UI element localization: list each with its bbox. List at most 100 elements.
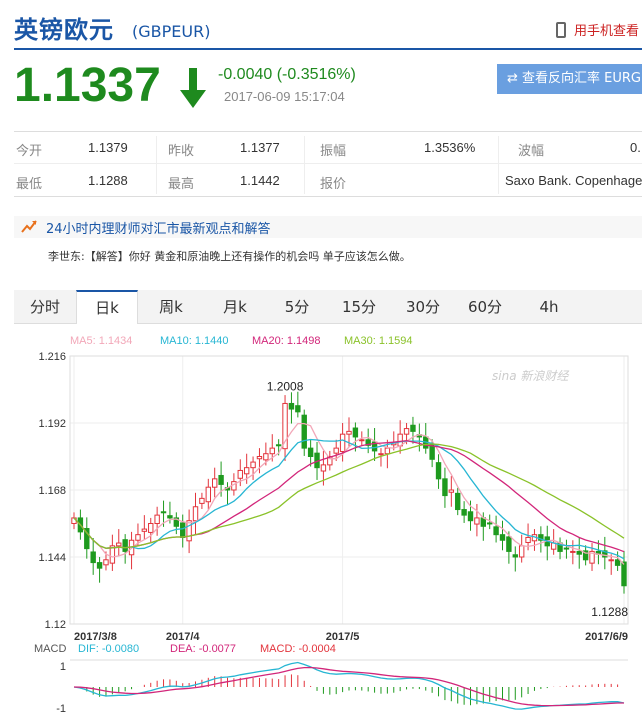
trend-icon [21, 220, 37, 233]
pair-code: (GBPEUR) [132, 22, 211, 41]
candle-body [90, 551, 96, 564]
candle-body [346, 430, 352, 435]
candle-body [122, 539, 128, 552]
candle-body [269, 447, 275, 455]
y-tick-label: 1.144 [38, 552, 66, 564]
price-change: -0.0040 (-0.3516%) [218, 66, 356, 83]
candles [71, 391, 627, 594]
news-header[interactable]: 24小时内理财师对汇市最新观点和解答 [14, 216, 642, 238]
macd-title: MACD [34, 643, 66, 655]
candle-body [243, 467, 250, 475]
chart-grid [69, 355, 629, 625]
tab-daily-k[interactable]: 日k [76, 290, 138, 324]
candle-body [211, 478, 218, 488]
candle-body [576, 550, 582, 555]
low-label: 最低 [16, 177, 43, 192]
prev-close-label: 昨收 [168, 144, 195, 159]
tab-weekly-k[interactable]: 周k [140, 290, 202, 324]
x-tick-label: 2017/6/9 [585, 631, 628, 643]
candle-body [570, 550, 576, 553]
tab-intraday[interactable]: 分时 [14, 290, 76, 324]
chart-legend: MA5: 1.1434 MA10: 1.1440 MA20: 1.1498 MA… [70, 335, 413, 347]
tab-60min[interactable]: 60分 [454, 290, 516, 324]
y-tick-label: 1.216 [38, 351, 66, 363]
stats-divider [304, 136, 305, 194]
down-arrow-icon [180, 68, 206, 108]
candle-body [103, 559, 109, 566]
candle-body [237, 469, 243, 479]
reverse-rate-button[interactable]: ⇄ 查看反向汇率 EURGBP [497, 64, 642, 94]
annotations: 1.2008 1.1288 [267, 379, 629, 619]
candle-body [205, 486, 212, 503]
candle-body [333, 447, 339, 454]
wave-label: 波幅 [518, 144, 545, 159]
amplitude-label: 振幅 [320, 144, 347, 159]
candle-body [512, 554, 518, 558]
candle-body [435, 462, 442, 480]
x-axis: 2017/3/8 2017/4 2017/5 2017/6/9 [74, 631, 628, 643]
candle-body [499, 534, 506, 541]
amplitude-value: 1.3536% [424, 140, 476, 155]
legend-ma20: MA20: 1.1498 [252, 335, 321, 347]
candle-body [154, 514, 160, 524]
candle-body [339, 433, 346, 452]
candle-body [525, 536, 531, 543]
candle-body [307, 447, 314, 457]
stats-table: 今开 1.1379 昨收 1.1377 振幅 1.3536% 波幅 0. 最低 … [14, 131, 642, 197]
candle-body [192, 506, 199, 522]
legend-ma10: MA10: 1.1440 [160, 335, 229, 347]
candle-body [493, 526, 499, 536]
candle-body [403, 428, 410, 435]
price-annotation: 1.2008 [267, 379, 304, 393]
open-label: 今开 [16, 144, 43, 159]
legend-dea: DEA: -0.0077 [170, 643, 236, 655]
tab-5min[interactable]: 5分 [266, 290, 328, 324]
news-title[interactable]: 24小时内理财师对汇市最新观点和解答 [46, 218, 271, 237]
kline-chart[interactable]: MA5: 1.1434 MA10: 1.1440 MA20: 1.1498 MA… [0, 324, 642, 720]
legend-dif: DIF: -0.0080 [78, 643, 139, 655]
candle-body [455, 492, 461, 511]
candle-body [429, 444, 435, 460]
prev-close-value: 1.1377 [240, 140, 280, 155]
candle-body [506, 536, 512, 552]
news-item[interactable]: 李世东:【解答】你好 黄金和原油晚上还有操作的机会吗 单子应该怎么做。 [48, 248, 411, 264]
candle-body [378, 453, 384, 456]
tab-monthly-k[interactable]: 月k [204, 290, 266, 324]
candle-body [135, 534, 141, 541]
candle-body [410, 424, 416, 432]
candle-body [263, 453, 269, 461]
open-value: 1.1379 [88, 140, 128, 155]
pair-name: 英镑欧元 [14, 16, 114, 44]
title-row: 英镑欧元 (GBPEUR) 用手机查看 [14, 8, 642, 48]
y-axis: 1.216 1.192 1.168 1.144 1.12 [38, 351, 66, 631]
mobile-view-link[interactable]: 用手机查看 [556, 20, 639, 39]
y-tick-label: 1.168 [38, 485, 66, 497]
candle-body [186, 520, 192, 542]
legend-ma30: MA30: 1.1594 [344, 335, 413, 347]
tab-4h[interactable]: 4h [518, 290, 580, 324]
candle-body [148, 523, 154, 533]
candle-body [167, 515, 173, 519]
tab-30min[interactable]: 30分 [392, 290, 454, 324]
legend-ma5: MA5: 1.1434 [70, 335, 132, 347]
quote-source-value: Saxo Bank. Copenhagen [505, 173, 642, 188]
candle-body [518, 545, 525, 558]
candle-body [275, 444, 282, 447]
tab-15min[interactable]: 15分 [328, 290, 390, 324]
x-tick-label: 2017/4 [166, 631, 201, 643]
candle-body [359, 439, 365, 442]
candle-body [486, 522, 493, 525]
candle-body [384, 447, 391, 455]
candle-body [141, 528, 148, 532]
price-annotation: 1.1288 [591, 605, 628, 619]
sina-watermark: sina 新浪财经 [492, 369, 570, 383]
candle-body [461, 509, 467, 516]
macd-panel: MACD DIF: -0.0080 DEA: -0.0077 MACD: -0.… [34, 643, 628, 715]
candle-body [250, 461, 256, 469]
candle-body [563, 547, 570, 550]
legend-macd: MACD: -0.0004 [260, 643, 336, 655]
candle-body [352, 427, 359, 438]
mobile-view-label: 用手机查看 [574, 24, 640, 39]
candle-body [320, 464, 327, 472]
stats-row: 最低 1.1288 最高 1.1442 报价 Saxo Bank. Copenh… [14, 165, 642, 197]
